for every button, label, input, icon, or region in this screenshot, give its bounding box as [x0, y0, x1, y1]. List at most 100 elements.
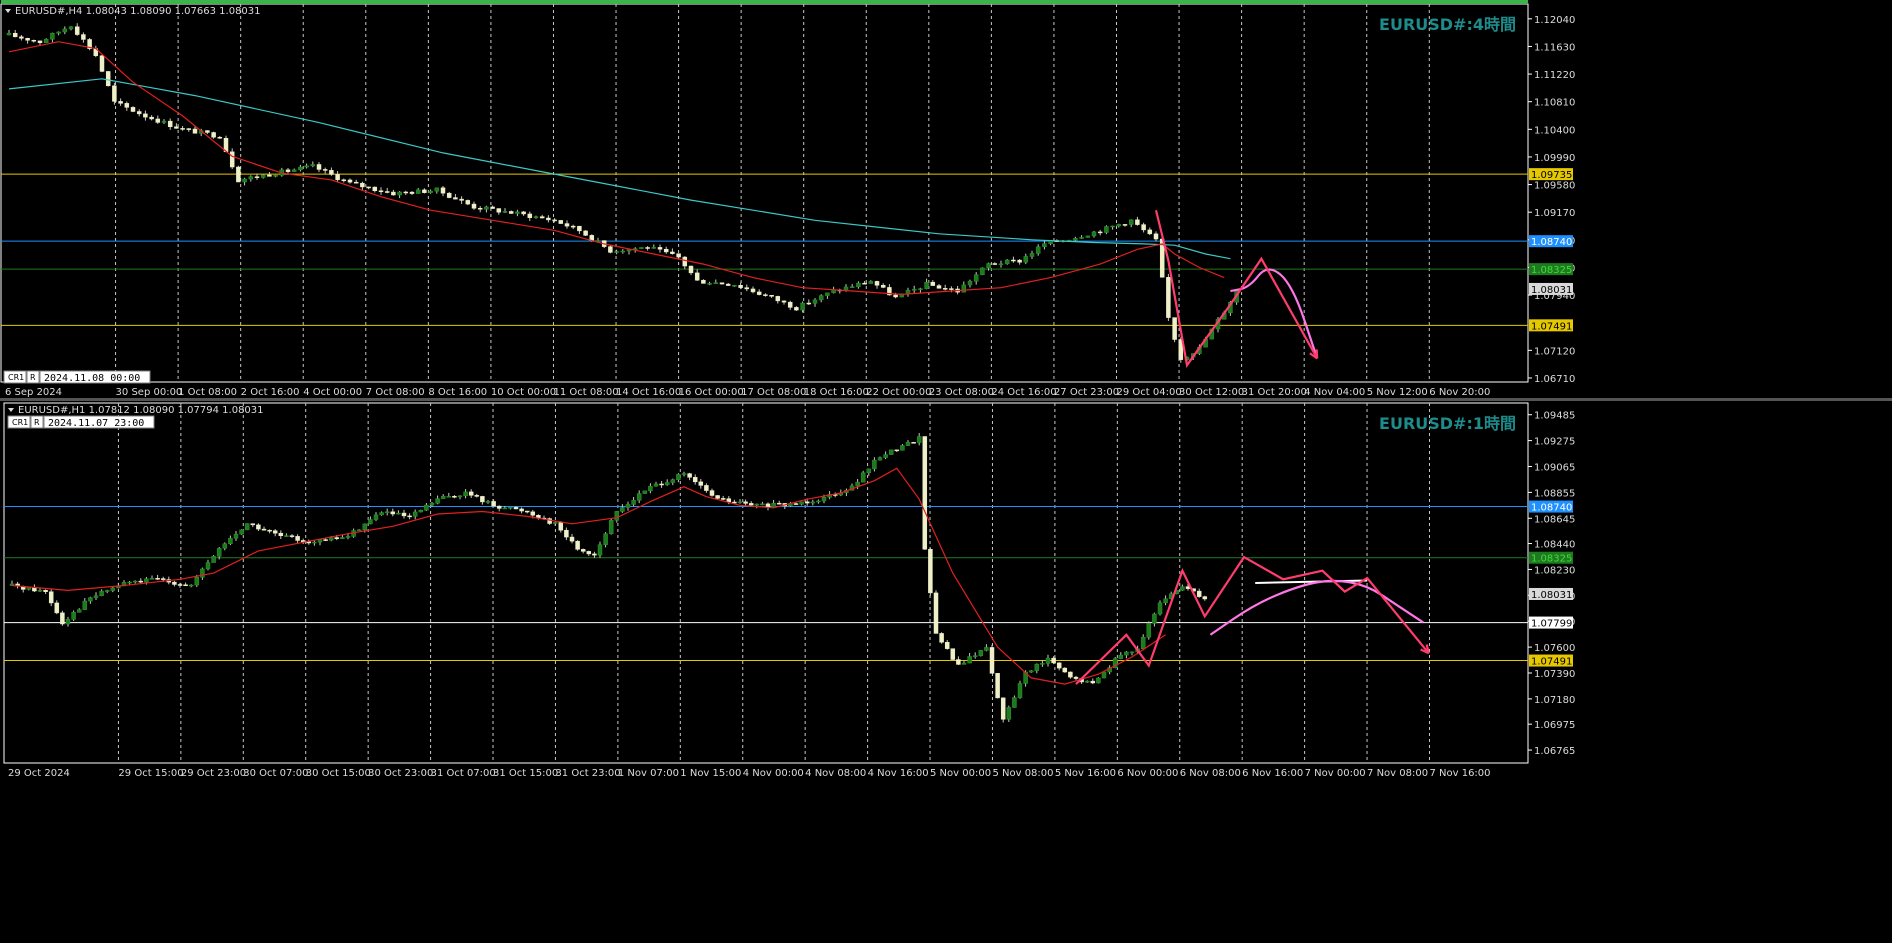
candle-body	[373, 514, 379, 520]
candle-body	[698, 481, 704, 486]
candle-body	[340, 537, 345, 539]
candle-body	[149, 116, 154, 120]
candle-body	[1012, 697, 1017, 708]
candle-body	[775, 296, 781, 302]
candle-body	[866, 468, 872, 473]
candle-body	[513, 507, 519, 510]
candle-body	[1004, 259, 1010, 265]
h1-chart-panel[interactable]: 29 Oct 2024 29 Oct 15:00 29 Oct 23:00 30 Oc…	[0, 401, 1892, 943]
candle-body	[715, 495, 720, 499]
level-value-label: 1.08031	[1531, 285, 1572, 296]
collapse-triangle-icon[interactable]	[8, 408, 14, 412]
candle-body	[980, 267, 985, 275]
candle-body	[81, 34, 86, 40]
candle-body	[298, 166, 303, 171]
candle-body	[239, 529, 244, 535]
collapse-triangle-icon[interactable]	[5, 9, 11, 13]
candle-body	[1140, 637, 1146, 649]
candle-body	[471, 203, 477, 209]
candle-body	[132, 580, 138, 583]
candle-body	[765, 503, 771, 508]
candle-body	[771, 502, 776, 508]
h4-chart-panel[interactable]: 6 Sep 2024 30 Sep 00:00 1 Oct 08:00 2 Oct 1…	[0, 0, 1892, 398]
candle-body	[329, 170, 334, 175]
candle-body	[180, 128, 185, 130]
candle-body	[1085, 235, 1091, 238]
candle-body	[136, 111, 142, 115]
candle-body	[664, 482, 670, 486]
candle-body	[186, 128, 192, 130]
candle-body	[477, 208, 483, 210]
candle-body	[74, 26, 80, 35]
candle-body	[810, 501, 816, 504]
candle-body	[76, 609, 82, 613]
candle-body	[1062, 667, 1068, 673]
candle-body	[794, 307, 799, 311]
candle-body	[496, 208, 502, 213]
candle-body	[1011, 259, 1016, 262]
candle-body	[508, 211, 514, 214]
chart-watermark-label: EURUSD#:4時間	[1379, 15, 1516, 34]
candle-body	[104, 590, 110, 592]
x-tick-label: 1 Nov 15:00	[680, 768, 741, 779]
candle-body	[928, 549, 933, 594]
candle-body	[434, 187, 440, 192]
candle-body	[1056, 662, 1062, 669]
x-tick-label: 7 Nov 08:00	[1367, 768, 1428, 779]
x-tick-label: 29 Oct 04:00	[1116, 387, 1181, 398]
candle-body	[211, 132, 216, 138]
y-tick-label: 1.07180	[1534, 695, 1575, 706]
candle-body	[127, 581, 132, 584]
candle-body	[6, 32, 12, 36]
candle-body	[894, 449, 900, 452]
candle-body	[502, 211, 508, 213]
candle-body	[862, 282, 867, 285]
candle-body	[1104, 226, 1109, 233]
candle-body	[244, 523, 250, 531]
candle-body	[440, 187, 446, 194]
candle-body	[242, 178, 247, 183]
y-tick-label: 1.11220	[1534, 70, 1575, 81]
active-window-bar	[1, 0, 1528, 4]
candle-body	[222, 543, 228, 549]
x-tick-label: 29 Oct 23:00	[181, 768, 246, 779]
candle-body	[144, 578, 149, 583]
level-value-label: 1.08325	[1531, 554, 1572, 565]
candle-body	[429, 502, 435, 506]
candle-body	[793, 503, 799, 505]
y-tick-label: 1.07600	[1534, 643, 1575, 654]
candle-body	[484, 206, 489, 210]
y-tick-label: 1.08440	[1534, 540, 1575, 551]
candle-body	[401, 512, 407, 517]
candle-body	[368, 519, 373, 525]
candle-body	[403, 191, 409, 194]
candle-body	[763, 294, 768, 296]
candle-body	[396, 512, 401, 515]
candle-body	[1017, 683, 1023, 698]
level-value-label: 1.07491	[1531, 321, 1572, 332]
candle-body	[1073, 676, 1079, 679]
candle-body	[620, 250, 626, 253]
x-tick-label: 5 Nov 16:00	[1055, 768, 1116, 779]
candle-body	[1096, 677, 1101, 684]
candle-body	[1084, 680, 1090, 683]
candle-body	[1028, 670, 1034, 673]
candle-body	[284, 535, 289, 537]
candle-body	[1073, 238, 1078, 241]
x-tick-label: 24 Oct 16:00	[991, 387, 1056, 398]
candle-body	[799, 501, 804, 505]
candle-body	[328, 537, 334, 541]
candle-body	[118, 101, 123, 104]
candle-body	[25, 38, 30, 41]
candle-body	[961, 284, 967, 293]
candle-body	[973, 274, 979, 282]
y-tick-label: 1.09170	[1534, 208, 1575, 219]
candle-body	[490, 206, 495, 209]
candle-body	[112, 85, 117, 102]
x-tick-label: 7 Nov 16:00	[1429, 768, 1490, 779]
x-tick-label: 8 Oct 16:00	[428, 387, 487, 398]
candle-body	[942, 288, 948, 290]
candle-body	[1090, 680, 1096, 684]
candle-body	[1079, 237, 1084, 239]
candle-body	[1110, 225, 1115, 228]
